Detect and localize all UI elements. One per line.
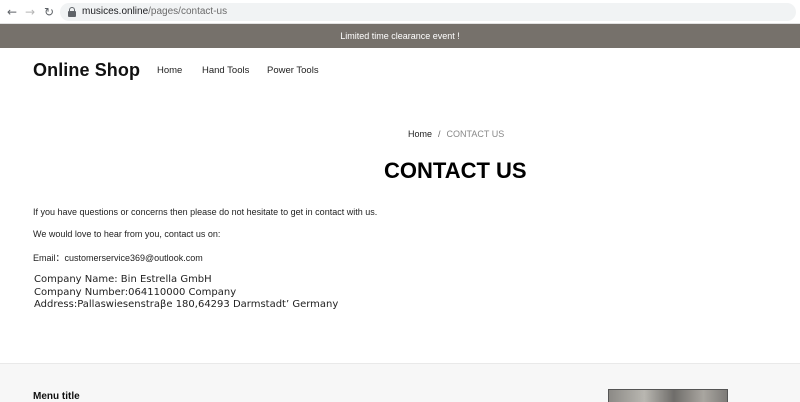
nav-item-hand-tools[interactable]: Hand Tools	[202, 65, 249, 76]
page-title: CONTACT US	[384, 158, 527, 183]
site-footer: Menu title	[0, 363, 800, 402]
company-name: Company Name: Bin Estrella GmbH	[34, 274, 212, 285]
reload-icon[interactable]: ↻	[41, 4, 57, 20]
browser-toolbar: ← → ↻ musices.online/pages/contact-us	[0, 0, 800, 24]
breadcrumb-current: CONTACT US	[446, 129, 505, 139]
announcement-bar: Limited time clearance event !	[0, 24, 800, 48]
site-header: Online Shop Home Hand Tools Power Tools	[0, 48, 800, 100]
breadcrumb-separator: /	[438, 129, 441, 139]
url-path: /pages/contact-us	[148, 6, 228, 17]
lock-icon[interactable]	[68, 7, 76, 17]
breadcrumb: Home / CONTACT US	[408, 129, 504, 139]
site-logo[interactable]: Online Shop	[33, 60, 140, 81]
footer-image	[608, 389, 728, 402]
url-host: musices.online	[82, 6, 149, 17]
back-arrow-icon[interactable]: ←	[4, 4, 20, 20]
nav-item-home[interactable]: Home	[157, 65, 182, 76]
address-bar[interactable]: musices.online/pages/contact-us	[60, 3, 796, 21]
nav-item-power-tools[interactable]: Power Tools	[267, 65, 319, 76]
footer-menu-title: Menu title	[33, 391, 80, 402]
breadcrumb-home-link[interactable]: Home	[408, 129, 432, 139]
email-line: Email：customerservice369@outlook.com	[33, 253, 203, 263]
contact-paragraph: We would love to hear from you, contact …	[33, 229, 221, 239]
company-number: Company Number:064110000 Company	[34, 287, 237, 298]
url-text[interactable]: musices.online/pages/contact-us	[82, 5, 227, 19]
intro-paragraph: If you have questions or concerns then p…	[33, 207, 378, 217]
forward-arrow-icon[interactable]: →	[22, 4, 38, 20]
company-address: Address:Pallaswiesenstraβe 180,64293 Dar…	[34, 299, 339, 310]
